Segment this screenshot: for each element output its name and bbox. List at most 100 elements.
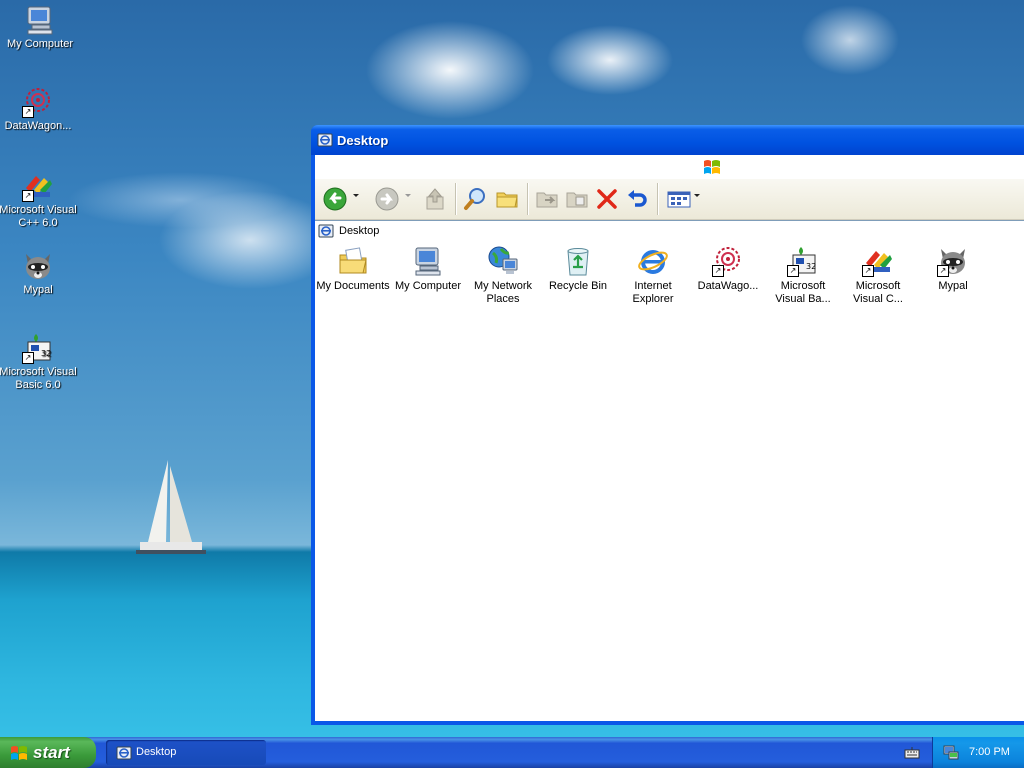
desktop-icon-visual-cpp[interactable]: ↗ Microsoft Visual C++ 6.0	[0, 170, 78, 230]
datawagon-icon: ↗	[712, 245, 744, 277]
desktop-icon-label: Microsoft Visual Basic 6.0	[0, 366, 77, 391]
item-label: DataWago...	[697, 280, 759, 292]
folder-content: My Documents My Computer My Network Plac…	[315, 241, 1024, 721]
up-button[interactable]	[421, 185, 449, 213]
item-label: My Network Places	[473, 280, 533, 305]
back-button[interactable]	[321, 185, 349, 213]
item-mypal[interactable]: ↗ Mypal	[916, 245, 990, 293]
item-visual-cpp[interactable]: ↗ Microsoft Visual C...	[841, 245, 915, 306]
delete-button[interactable]	[593, 185, 621, 213]
toolbar-separator	[455, 183, 457, 215]
desktop-icon-datawagon[interactable]: ↗ DataWagon...	[0, 86, 78, 133]
shortcut-arrow-icon: ↗	[22, 190, 34, 202]
item-label: Microsoft Visual C...	[853, 280, 903, 305]
undo-button[interactable]	[623, 185, 651, 213]
toolbar-separator	[527, 183, 529, 215]
menu-bar	[315, 155, 1024, 179]
clock[interactable]: 7:00 PM	[969, 746, 1010, 758]
datawagon-icon: ↗	[22, 86, 54, 118]
desktop-icon-label: Microsoft Visual C++ 6.0	[0, 204, 77, 229]
forward-arrow-icon	[375, 187, 399, 211]
my-computer-icon	[412, 245, 444, 277]
recycle-bin-icon	[562, 245, 594, 277]
start-button[interactable]: start	[0, 737, 96, 768]
keyboard-icon[interactable]	[904, 746, 920, 760]
explorer-window-icon	[116, 745, 132, 761]
item-datawagon[interactable]: ↗ DataWago...	[691, 245, 765, 293]
item-visual-basic[interactable]: 32 ↗ Microsoft Visual Ba...	[766, 245, 840, 306]
search-icon	[464, 188, 485, 210]
svg-text:32: 32	[806, 262, 816, 271]
visual-basic-icon: 32 ↗	[22, 332, 54, 364]
standard-toolbar	[315, 179, 1024, 220]
desktop-icon-label: Mypal	[23, 284, 53, 296]
item-label: My Computer	[394, 280, 462, 292]
toolbar-separator	[657, 183, 659, 215]
shortcut-arrow-icon: ↗	[862, 265, 874, 277]
window-titlebar[interactable]: Desktop	[311, 125, 1024, 155]
desktop-icon-visual-basic[interactable]: 32 ↗ Microsoft Visual Basic 6.0	[0, 332, 78, 392]
move-to-button[interactable]	[533, 185, 561, 213]
desktop-icon-label: My Computer	[6, 38, 74, 50]
folders-icon	[496, 192, 518, 208]
sailboat-image	[136, 460, 206, 554]
item-internet-explorer[interactable]: Internet Explorer	[616, 245, 690, 306]
item-label: Mypal	[938, 280, 968, 292]
internet-explorer-icon	[637, 245, 669, 277]
shortcut-arrow-icon: ↗	[787, 265, 799, 277]
back-dropdown-icon[interactable]	[353, 194, 359, 197]
address-text: Desktop	[339, 225, 380, 237]
shortcut-arrow-icon: ↗	[937, 265, 949, 277]
taskbar-button-desktop[interactable]: Desktop	[106, 740, 266, 765]
item-my-documents[interactable]: My Documents	[316, 245, 390, 293]
shortcut-arrow-icon: ↗	[712, 265, 724, 277]
forward-dropdown-icon[interactable]	[405, 194, 411, 197]
network-places-icon	[487, 245, 519, 277]
window-title: Desktop	[337, 133, 389, 148]
desktop-icon-mypal[interactable]: Mypal	[0, 250, 78, 297]
undo-icon	[628, 190, 647, 207]
views-icon	[667, 191, 691, 208]
svg-text:32: 32	[41, 349, 51, 358]
shortcut-arrow-icon: ↗	[22, 106, 34, 118]
visual-basic-icon: 32 ↗	[787, 245, 819, 277]
search-button[interactable]	[461, 185, 489, 213]
shortcut-arrow-icon: ↗	[22, 352, 34, 364]
windows-logo-icon	[703, 159, 721, 175]
taskbar-button-label: Desktop	[136, 746, 177, 758]
system-tray: 7:00 PM	[932, 737, 1024, 768]
forward-button[interactable]	[373, 185, 401, 213]
item-recycle-bin[interactable]: Recycle Bin	[541, 245, 615, 293]
item-label: Recycle Bin	[548, 280, 608, 292]
move-to-icon	[536, 192, 558, 208]
item-my-network-places[interactable]: My Network Places	[466, 245, 540, 306]
explorer-window: Desktop Desktop My Documents My Computer…	[311, 125, 1024, 725]
item-label: Internet Explorer	[632, 280, 674, 305]
desktop-icon-my-computer[interactable]: My Computer	[0, 4, 80, 51]
copy-to-button[interactable]	[563, 185, 591, 213]
network-icon[interactable]	[943, 744, 959, 760]
copy-to-icon	[566, 192, 588, 208]
visual-cpp-icon: ↗	[22, 170, 54, 202]
desktop-icon-label: DataWagon...	[4, 120, 72, 132]
item-label: Microsoft Visual Ba...	[775, 280, 831, 305]
explorer-window-icon	[317, 132, 333, 148]
up-folder-icon	[426, 188, 444, 210]
visual-cpp-icon: ↗	[862, 245, 894, 277]
delete-icon	[597, 189, 617, 209]
my-documents-icon	[337, 245, 369, 277]
start-label: start	[33, 743, 70, 762]
mypal-icon	[22, 250, 54, 282]
item-label: My Documents	[316, 280, 390, 292]
address-bar[interactable]: Desktop	[315, 220, 1024, 242]
item-my-computer[interactable]: My Computer	[391, 245, 465, 293]
views-button[interactable]	[665, 185, 693, 213]
views-dropdown-icon[interactable]	[694, 194, 700, 197]
desktop-folder-icon	[318, 223, 334, 239]
mypal-icon: ↗	[937, 245, 969, 277]
my-computer-icon	[24, 4, 56, 36]
folders-button[interactable]	[493, 185, 521, 213]
taskbar: start Desktop 7:00 PM	[0, 737, 1024, 768]
back-arrow-icon	[323, 187, 347, 211]
windows-logo-icon	[10, 744, 28, 762]
